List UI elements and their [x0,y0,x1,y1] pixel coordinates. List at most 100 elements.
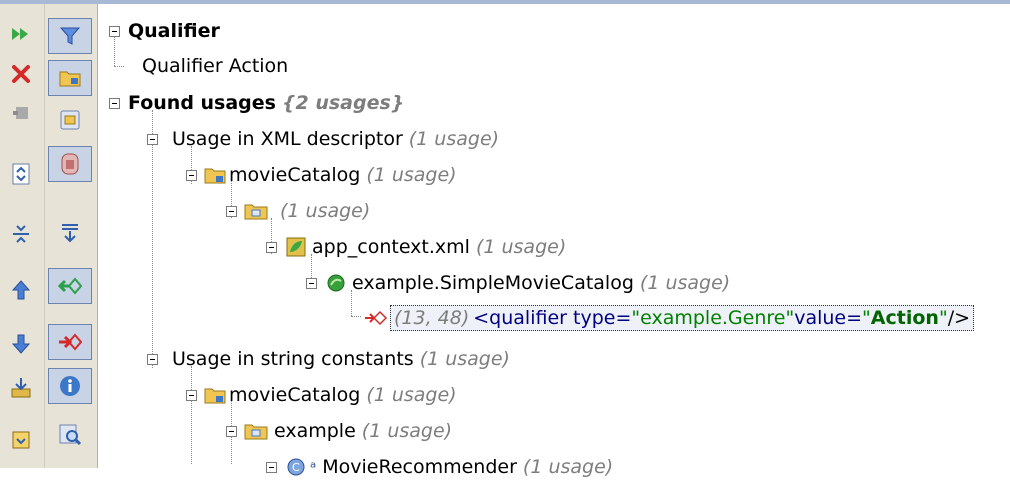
usage-line-selected[interactable]: (13, 48) <qualifier type= "example.Genre"… [364,302,975,334]
filter-icon [59,27,81,45]
close-button[interactable] [3,56,39,92]
node-label: MovieRecommender [322,456,517,478]
collapse-toggle[interactable] [186,390,197,401]
tree-connector [351,316,361,317]
xml-value-attr: value= [794,307,863,329]
tree-node-string-constants[interactable]: Usage in string constants (1 usage) [166,343,510,375]
collapse-toggle[interactable] [147,354,158,365]
next-occurrence-button[interactable] [3,326,39,362]
tree-node-package[interactable]: (1 usage) [244,195,370,227]
package-folder-icon [244,204,268,220]
tree-node-module[interactable]: movieCatalog (1 usage) [204,159,457,191]
line-column: (13, 48) [394,307,470,329]
show-write-access-icon [59,333,82,351]
show-read-access-icon [58,277,82,295]
collapse-all-icon [13,225,29,243]
help-icon [12,431,30,449]
xml-tag-close: /> [947,307,971,329]
usage-count: (1 usage) [408,128,500,150]
tree-node-package[interactable]: example (1 usage) [244,415,452,447]
show-write-access-toggle[interactable] [48,324,92,360]
node-label: Usage in string constants [172,348,414,370]
collapse-toggle[interactable] [266,242,277,253]
write-access-icon [365,310,388,326]
usage-tree: Qualifier Qualifier Action Found usages … [98,4,1010,478]
tree-node-class[interactable]: C ᵃ MovieRecommender (1 usage) [286,451,613,483]
usage-count: (1 usage) [522,456,614,478]
xml-type-value: "example.Genre" [631,307,795,329]
pin-tab-button[interactable] [3,95,39,131]
previous-occurrence-button[interactable] [3,272,39,308]
show-read-access-toggle[interactable] [48,268,92,304]
group-by-package-icon [60,110,80,130]
tree-node-bean[interactable]: example.SimpleMovieCatalog (1 usage) [326,267,730,299]
pin-tab-icon [13,107,28,119]
tree-node-module[interactable]: movieCatalog (1 usage) [204,379,457,411]
help-button[interactable] [3,422,39,458]
collapse-all-button[interactable] [3,216,39,252]
tree-node-qualifier-action[interactable]: Qualifier Action [128,50,288,82]
node-label: Found usages [128,92,276,114]
usage-count: {2 usages} [281,92,405,114]
tree-node-qualifier[interactable]: Qualifier [128,15,220,47]
group-by-module-icon [59,71,81,87]
collapse-toggle[interactable] [109,98,120,109]
group-by-file-structure-icon [61,153,79,175]
collapse-toggle[interactable] [186,170,197,181]
collapse-toggle[interactable] [147,134,158,145]
collapse-toggle[interactable] [226,206,237,217]
node-label: Usage in XML descriptor [172,128,403,150]
node-label: movieCatalog [229,384,361,406]
collapse-toggle[interactable] [109,26,120,37]
spring-xml-file-icon [286,237,306,257]
class-icon: C [287,458,305,476]
xml-quote: " [862,307,871,329]
autoscroll-to-source-toggle[interactable] [48,214,92,250]
xml-quote: " [938,307,948,329]
usage-actions-toolbar [0,4,45,468]
node-label: example [274,420,356,442]
group-by-file-structure-toggle[interactable] [48,146,92,182]
rerun-icon [12,28,28,40]
node-label: Qualifier Action [142,55,289,77]
rerun-button[interactable] [3,16,39,52]
usage-count: (1 usage) [280,200,371,222]
module-folder-icon [204,388,226,404]
usage-count: (1 usage) [366,164,457,186]
group-by-package-toggle[interactable] [48,102,92,138]
node-label: example.SimpleMovieCatalog [352,272,634,294]
collapse-toggle[interactable] [226,426,237,437]
module-folder-icon [204,168,226,184]
package-folder-icon [244,424,268,440]
next-occurrence-icon [11,334,31,354]
xml-value-highlight: Action [870,307,939,329]
tree-node-xml-file[interactable]: app_context.xml (1 usage) [286,231,566,263]
usage-count: (1 usage) [639,272,731,294]
preview-usages-button[interactable] [48,416,92,452]
tree-connector [191,366,192,464]
expand-all-button[interactable] [3,156,39,192]
tree-connector [152,110,153,368]
previous-occurrence-icon [11,280,31,300]
class-modifier-icon: ᵃ [310,457,317,477]
usage-count: (1 usage) [475,236,567,258]
node-label: movieCatalog [229,164,361,186]
usage-count: (1 usage) [361,420,453,442]
collapse-toggle[interactable] [306,278,317,289]
tree-node-xml-descriptor[interactable]: Usage in XML descriptor (1 usage) [166,123,499,155]
group-by-module-toggle[interactable] [48,60,92,96]
tree-node-found-usages[interactable]: Found usages {2 usages} [128,87,404,119]
xml-tag-open: <qualifier type= [473,307,632,329]
autoscroll-to-source-icon [62,224,78,243]
expand-all-icon [12,163,30,185]
tree-connector [114,66,124,67]
export-button[interactable] [3,370,39,406]
node-label: app_context.xml [312,236,470,258]
usage-count: (1 usage) [419,348,510,370]
export-icon [11,378,31,398]
info-icon [60,376,80,396]
tree-connector [114,36,115,66]
spring-bean-icon [327,274,345,292]
filter-toggle[interactable] [48,18,92,54]
info-toggle[interactable] [48,368,92,404]
